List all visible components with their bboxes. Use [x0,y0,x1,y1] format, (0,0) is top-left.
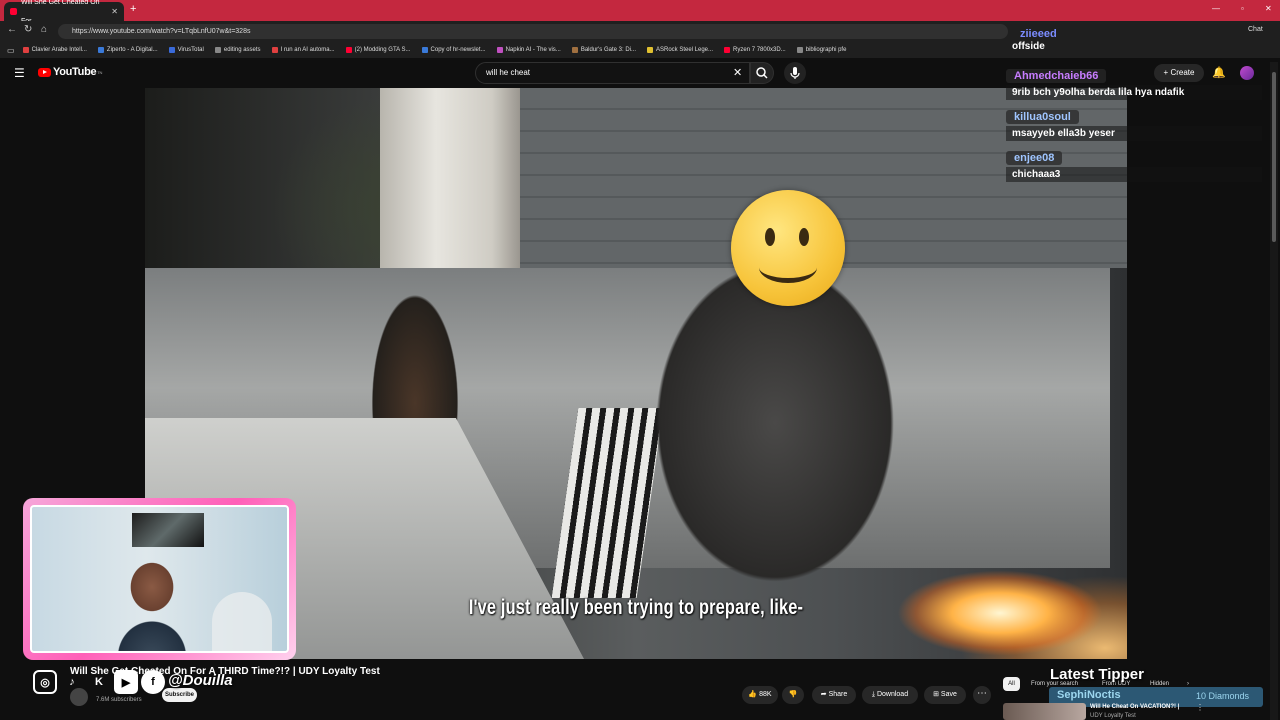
bookmark-item[interactable]: VirusTotal [168,47,204,53]
streamer-handle: @Douilla [168,672,233,689]
like-button[interactable]: 👍 88K [742,686,778,704]
streamer-person [107,547,197,651]
tipper-name: SephiNoctis [1057,689,1121,701]
share-button[interactable]: ➦ Share [812,686,856,704]
dislike-icon[interactable]: 👎 [782,686,804,704]
bookmark-item[interactable]: Copy of hr-newslet... [421,47,486,53]
bookmark-item[interactable]: (2) Modding GTA S... [345,47,411,53]
chat-text: chichaaa3 [1006,167,1262,182]
chat-text: offside [1012,41,1045,52]
microphone-icon [790,67,800,79]
scrollbar-thumb[interactable] [1272,72,1276,242]
back-icon[interactable]: ← [7,24,17,35]
bookmark-item[interactable]: ASRock Steel Lege... [646,47,713,53]
reload-icon[interactable]: ↻ [24,24,32,35]
browser-tab-bar [0,0,1280,21]
chat-username: ziieeed [1020,28,1057,40]
save-button[interactable]: ⊞ Save [924,686,966,704]
chat-username: enjee08 [1006,151,1063,165]
smiley-face-emoji-icon [731,190,845,306]
chat-message: enjee08 chichaaa3 [1006,148,1262,182]
wall-painting [132,513,204,547]
apps-icon[interactable]: ▭ [7,46,15,55]
social-icons: ◎ ♪ K ▶ f [33,670,168,694]
youtube-social-icon: ▶ [114,670,138,694]
tab-close-icon[interactable]: ✕ [111,2,118,21]
clear-search-icon[interactable]: ✕ [733,66,742,79]
subscriber-count: 7.6M subscribers [96,697,142,703]
search-icon [756,67,768,79]
minimize-icon[interactable]: — [1212,4,1220,13]
chat-username: Ahmedchaieb66 [1006,69,1107,83]
voice-search-button[interactable] [784,62,806,84]
webcam-overlay [23,498,296,660]
bookmark-item[interactable]: Baldur's Gate 3: Di... [571,47,636,53]
home-icon[interactable]: ⌂ [41,24,47,35]
instagram-icon: ◎ [33,670,57,694]
webcam-feed [30,505,289,653]
chat-username: killua0soul [1006,110,1079,124]
tiktok-icon: ♪ [69,676,75,688]
more-options-icon[interactable]: ⋯ [973,686,991,704]
browser-tab[interactable]: Will She Get Cheated On For ✕ [4,0,124,25]
facebook-icon: f [141,670,165,694]
tipper-amount: 10 Diamonds [1196,691,1250,701]
recommended-thumbnail[interactable] [1003,703,1086,720]
url-field[interactable]: https://www.youtube.com/watch?v=LTqbLnfU… [58,24,1008,39]
webcam-chair [212,592,272,651]
search-button[interactable] [750,62,774,84]
bookmark-item[interactable]: editing assets [214,47,261,53]
chat-message: Ahmedchaieb66 9rib bch y9olha berda lila… [1006,66,1262,100]
video-subtitle: I've just really been trying to prepare,… [468,596,804,619]
recommended-title[interactable]: Will He Cheat On VACATION?! | [1090,704,1179,710]
hamburger-menu-icon[interactable]: ☰ [14,66,25,80]
youtube-play-icon [38,67,51,77]
recommended-channel: UDY Loyalty Test [1090,713,1136,719]
recommended-menu-icon[interactable]: ⋮ [1196,703,1204,712]
bookmark-item[interactable]: Clavier Arabe Intell... [22,47,87,53]
chip-all[interactable]: All [1003,677,1020,691]
chat-text: 9rib bch y9olha berda lila hya ndafik [1006,85,1262,100]
chat-text: msayyeb ella3b yeser [1006,126,1262,141]
maximize-icon[interactable]: ▫ [1241,4,1244,13]
latest-tipper-label: Latest Tipper [1050,666,1144,683]
bookmark-item[interactable]: Napkin AI - The vis... [496,47,561,53]
bookmark-item[interactable]: bibliographi pfe [796,47,846,53]
window-close-icon[interactable]: ✕ [1265,4,1272,13]
new-tab-button[interactable]: + [130,3,136,15]
search-input[interactable]: will he cheat [475,62,750,84]
youtube-favicon-icon [10,8,17,15]
bookmark-item[interactable]: I run an AI automa... [271,47,335,53]
youtube-logo[interactable]: YouTube TN [38,66,102,78]
chat-message: killua0soul msayyeb ella3b yeser [1006,107,1262,141]
kick-icon: K [95,676,103,688]
bookmark-item[interactable]: Ryzen 7 7800x3D... [724,47,786,53]
download-button[interactable]: ⤓ Download [862,686,918,704]
chat-message: ziieeed offside [1006,24,1262,54]
bookmark-item[interactable]: Ziperto - A Digital... [97,47,158,53]
